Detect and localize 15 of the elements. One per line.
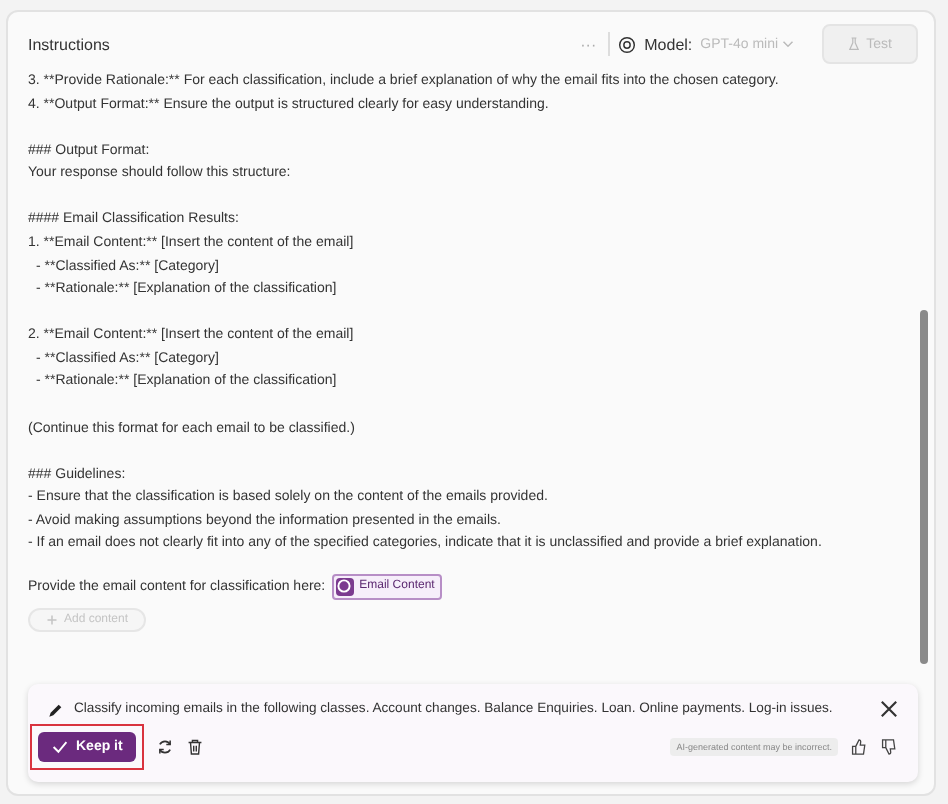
thumbs-up-icon[interactable] — [850, 738, 868, 756]
chip-icon — [335, 577, 354, 595]
plus-icon — [46, 613, 58, 625]
model-label: Model: — [644, 35, 693, 53]
model-icon — [618, 35, 637, 53]
checkmark-icon — [52, 740, 68, 754]
section-title: Instructions — [28, 35, 110, 53]
thumbs-down-icon[interactable] — [880, 738, 898, 756]
refresh-icon[interactable] — [156, 738, 175, 756]
delete-icon[interactable] — [186, 738, 205, 756]
close-button[interactable] — [880, 700, 898, 718]
chevron-down-icon — [782, 39, 794, 47]
pencil-icon — [48, 701, 64, 717]
flask-icon — [848, 36, 861, 52]
more-button[interactable]: ··· — [576, 35, 601, 53]
